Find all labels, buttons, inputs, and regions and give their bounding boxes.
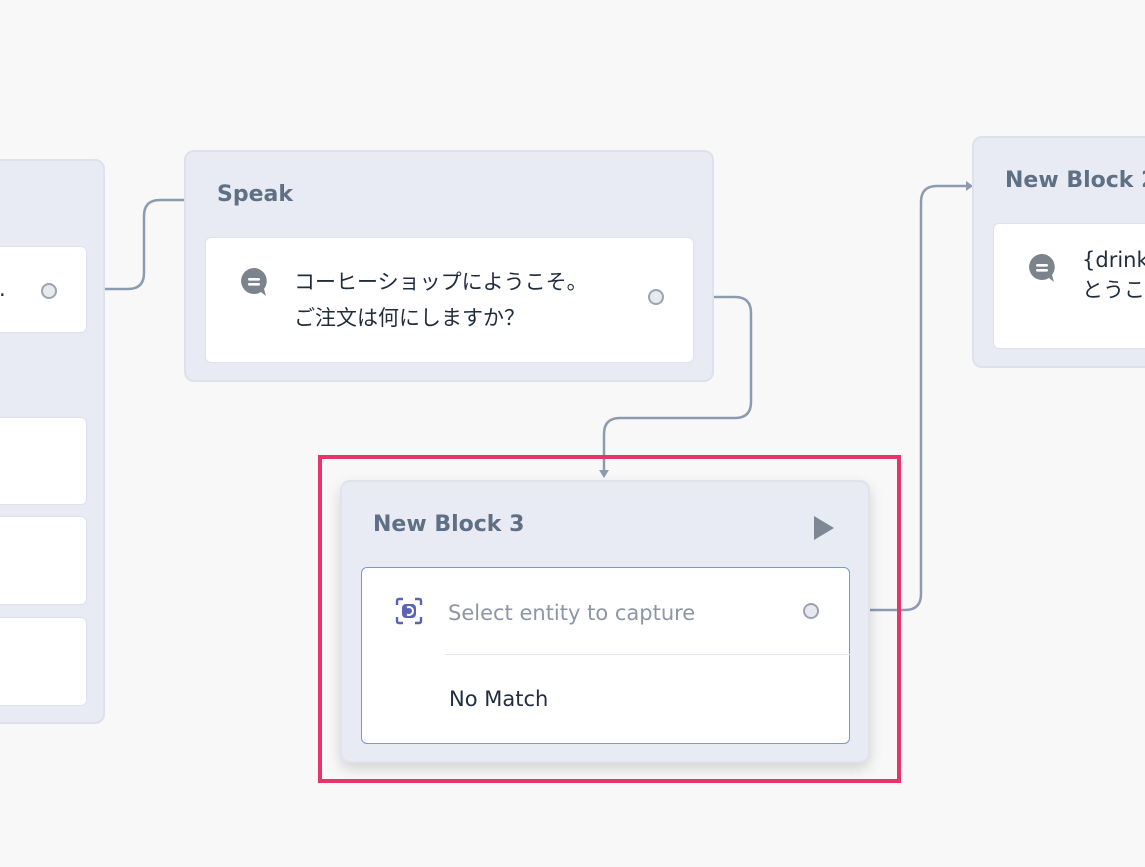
left-step-port[interactable] [41, 283, 57, 299]
left-block-choice-2[interactable] [0, 516, 87, 605]
speak-step-port[interactable] [648, 289, 664, 305]
speech-bubble-icon [1027, 252, 1057, 288]
left-block[interactable]: . [0, 159, 105, 724]
speak-block[interactable]: Speak コーヒーショップにようこそ。 ご注文は何にしますか？ [184, 150, 714, 382]
left-block-choice-3[interactable] [0, 617, 87, 706]
new-block-2-step[interactable]: {drink とうこ [993, 223, 1145, 349]
speak-step-text-line1: コーヒーショップにようこそ。 [294, 270, 588, 294]
left-block-choice-1[interactable] [0, 417, 87, 505]
flow-canvas[interactable]: . Speak コーヒーショップにようこそ。 ご注文は何にしますか？ New B… [0, 0, 1145, 867]
new-block-2[interactable]: New Block 2 {drink とうこ [972, 136, 1145, 368]
left-step-text: . [0, 271, 6, 307]
new-block-2-text-line2: とうこ [1082, 278, 1145, 302]
left-block-step[interactable]: . [0, 246, 87, 333]
speech-bubble-icon [239, 266, 269, 302]
speak-step-text-line2: ご注文は何にしますか？ [294, 306, 525, 330]
selection-highlight [318, 455, 901, 783]
new-block-2-title: New Block 2 [1005, 168, 1145, 193]
speak-step[interactable]: コーヒーショップにようこそ。 ご注文は何にしますか？ [205, 237, 694, 363]
speak-block-title: Speak [217, 182, 293, 207]
